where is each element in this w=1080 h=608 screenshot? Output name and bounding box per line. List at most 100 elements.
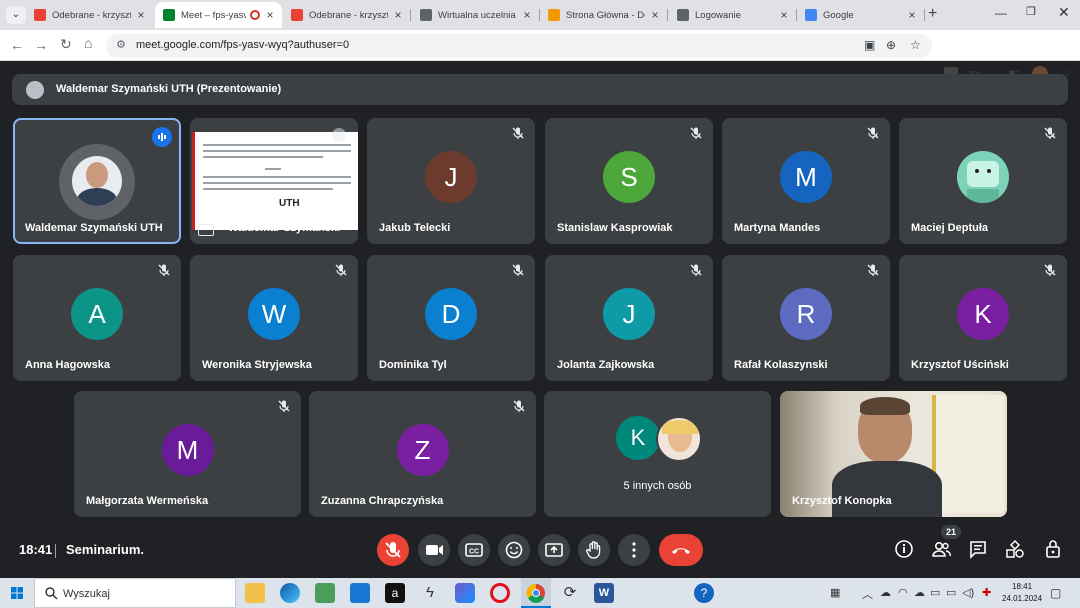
close-tab-icon[interactable]: × <box>778 8 790 22</box>
gmail-icon <box>291 9 303 21</box>
edge-icon[interactable] <box>280 583 300 603</box>
tab-7[interactable]: Google × <box>797 2 925 28</box>
close-tab-icon[interactable]: × <box>264 8 276 22</box>
presentation-tile[interactable]: UTH Waldemar Szymański <box>190 118 358 244</box>
sync-icon[interactable]: ⟳ <box>560 583 580 603</box>
tab-title: Logowanie <box>695 9 741 21</box>
home-icon[interactable]: ⌂ <box>84 35 92 51</box>
present-screen-button[interactable] <box>538 534 570 566</box>
back-icon[interactable]: ← <box>10 37 24 53</box>
reload-icon[interactable]: ↻ <box>60 36 72 53</box>
tray-chevron-icon[interactable]: ︿ <box>862 586 873 602</box>
wifi-icon[interactable]: ◠ <box>898 586 908 599</box>
word-icon[interactable]: W <box>594 583 614 603</box>
participant-name: Krzysztof Uściński <box>911 359 1009 371</box>
other-participants-tile[interactable]: K 5 innych osób <box>544 391 771 517</box>
vpn-icon[interactable] <box>455 583 475 603</box>
participant-tile[interactable]: M Małgorzata Wermeńska <box>74 391 301 517</box>
more-options-button[interactable] <box>618 534 650 566</box>
windows-start-icon[interactable] <box>0 578 34 608</box>
host-controls-icon[interactable] <box>1042 538 1064 560</box>
participant-tile[interactable]: Z Zuzanna Chrapczyńska <box>309 391 536 517</box>
people-icon[interactable] <box>930 538 952 560</box>
opera-icon[interactable] <box>490 583 510 603</box>
reactions-button[interactable] <box>498 534 530 566</box>
participant-tile[interactable]: Maciej Deptuła <box>899 118 1067 244</box>
tab-3[interactable]: Odebrane - krzyszto × <box>283 2 411 28</box>
site-info-icon[interactable]: ⚙ <box>116 38 126 51</box>
tab-search-button[interactable]: ⌄ <box>6 6 26 24</box>
participant-name: Małgorzata Wermeńska <box>86 495 209 507</box>
tab-title: Odebrane - krzyszto <box>52 9 131 21</box>
taskbar-search[interactable]: Wyszukaj <box>34 578 236 608</box>
muted-mic-icon <box>1043 126 1057 140</box>
meeting-controls: 18:41 Seminarium. CC 21 <box>0 525 1080 578</box>
tab-4[interactable]: Wirtualna uczelnia | × <box>412 2 540 28</box>
mail-icon[interactable] <box>350 583 370 603</box>
participant-name: Jolanta Zajkowska <box>557 359 655 371</box>
participant-avatar: M <box>161 424 214 476</box>
chat-icon[interactable] <box>967 538 989 560</box>
participant-name: Rafał Kolaszynski <box>734 359 828 371</box>
forward-icon[interactable]: → <box>34 37 48 53</box>
weather-icon[interactable]: ☁ <box>880 586 891 599</box>
tab-1[interactable]: Odebrane - krzyszto × <box>26 2 153 28</box>
muted-mic-icon <box>277 399 291 413</box>
keyboard-icon[interactable]: ▦ <box>830 586 840 599</box>
display-icon[interactable]: ▭ <box>930 586 940 599</box>
raise-hand-button[interactable] <box>578 534 610 566</box>
battery-icon[interactable]: ▭ <box>946 586 956 599</box>
participant-tile[interactable]: Waldemar Szymański UTH <box>13 118 181 244</box>
maximize-icon[interactable]: ❐ <box>1026 5 1036 18</box>
close-tab-icon[interactable]: × <box>521 8 533 22</box>
chrome-taskbar-active[interactable] <box>521 578 551 608</box>
close-window-icon[interactable]: ✕ <box>1058 4 1070 21</box>
tab-6[interactable]: Logowanie × <box>669 2 797 28</box>
lightning-app-icon[interactable]: ϟ <box>420 583 440 603</box>
activities-icon[interactable] <box>1004 538 1026 560</box>
microphone-toggle-button[interactable] <box>377 534 409 566</box>
muted-mic-icon <box>1043 263 1057 277</box>
help-icon[interactable]: ? <box>694 583 714 603</box>
address-bar[interactable]: ⚙ meet.google.com/fps-yasv-wyq?authuser=… <box>106 34 932 58</box>
participant-tile[interactable]: D Dominika Tyl <box>367 255 535 381</box>
new-tab-button[interactable]: + <box>928 5 937 23</box>
video-tile[interactable]: Krzysztof Konopka <box>780 391 1007 517</box>
participant-tile[interactable]: M Martyna Mandes <box>722 118 890 244</box>
amazon-icon[interactable]: a <box>385 583 405 603</box>
close-tab-icon[interactable]: × <box>906 8 918 22</box>
participant-name: Zuzanna Chrapczyńska <box>321 495 444 507</box>
muted-mic-icon <box>511 263 525 277</box>
participant-tile[interactable]: J Jolanta Zajkowska <box>545 255 713 381</box>
participant-tile[interactable]: R Rafał Kolaszynski <box>722 255 890 381</box>
volume-icon[interactable]: ◁) <box>962 586 974 599</box>
notifications-icon[interactable]: ▢ <box>1050 586 1061 600</box>
participant-name: Dominika Tyl <box>379 359 447 371</box>
participant-tile[interactable]: A Anna Hagowska <box>13 255 181 381</box>
captions-button[interactable]: CC <box>458 534 490 566</box>
search-label: Wyszukaj <box>63 588 110 600</box>
participant-tile[interactable]: K Krzysztof Uściński <box>899 255 1067 381</box>
camera-toggle-button[interactable] <box>418 534 450 566</box>
camera-in-use-icon[interactable]: ▣ <box>864 38 875 52</box>
meeting-details-icon[interactable] <box>893 538 915 560</box>
bookmark-star-icon[interactable]: ☆ <box>910 38 921 52</box>
system-clock[interactable]: 18:41 24.01.2024 <box>1002 581 1042 605</box>
cloud-icon[interactable]: ☁ <box>914 586 925 599</box>
close-tab-icon[interactable]: × <box>649 8 661 22</box>
store-icon[interactable] <box>315 583 335 603</box>
leave-call-button[interactable] <box>659 534 703 566</box>
close-tab-icon[interactable]: × <box>392 8 404 22</box>
participant-tile[interactable]: W Weronika Stryjewska <box>190 255 358 381</box>
participant-tile[interactable]: J Jakub Telecki <box>367 118 535 244</box>
participant-tile[interactable]: S Stanislaw Kasprowiak <box>545 118 713 244</box>
zoom-icon[interactable]: ⊕ <box>886 38 896 52</box>
antivirus-icon[interactable]: ✚ <box>982 586 991 599</box>
minimize-icon[interactable]: — <box>995 6 1007 20</box>
participant-name: Anna Hagowska <box>25 359 110 371</box>
tab-5[interactable]: Strona Główna - Do × <box>540 2 668 28</box>
participant-avatar: J <box>425 151 477 203</box>
tab-2[interactable]: Meet – fps-yasv- × <box>155 2 282 28</box>
file-explorer-icon[interactable] <box>245 583 265 603</box>
close-tab-icon[interactable]: × <box>135 8 147 22</box>
